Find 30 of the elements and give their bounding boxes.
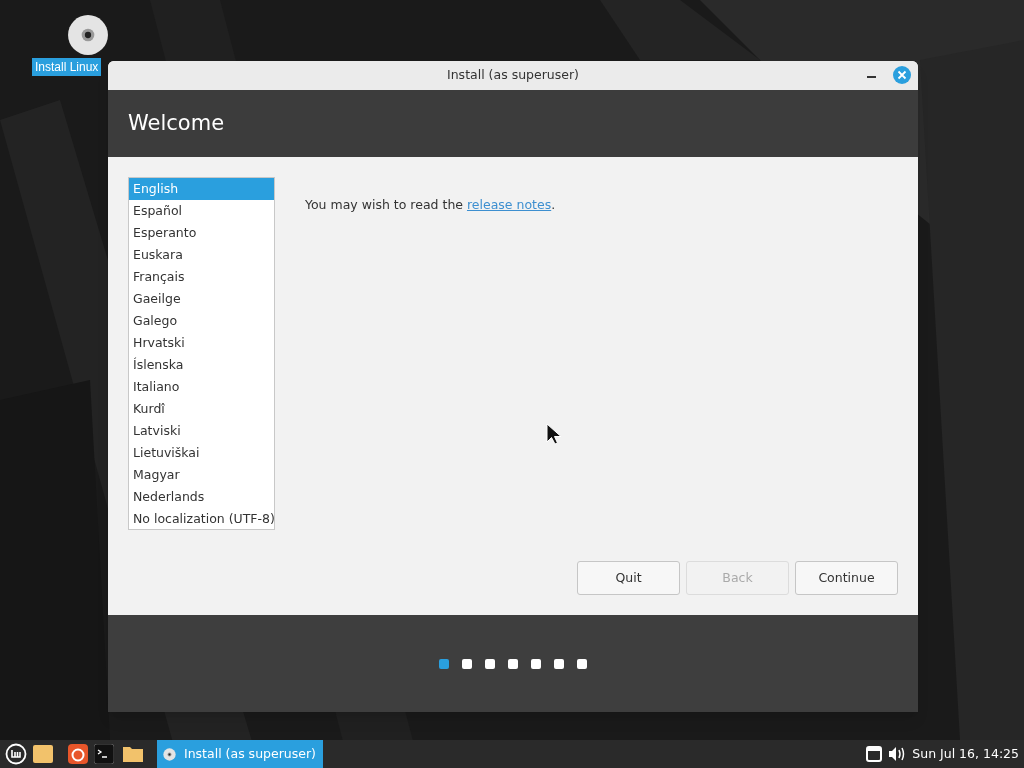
window-title: Install (as superuser)	[447, 66, 579, 85]
language-item[interactable]: Nederlands	[129, 486, 274, 508]
language-item[interactable]: Kurdî	[129, 398, 274, 420]
language-item[interactable]: Euskara	[129, 244, 274, 266]
language-item[interactable]: Magyar	[129, 464, 274, 486]
terminal-icon[interactable]	[94, 744, 114, 764]
cursor-icon	[546, 423, 562, 445]
language-item[interactable]: Lietuviškai	[129, 442, 274, 464]
close-icon[interactable]	[893, 66, 911, 84]
language-item[interactable]: Gaeilge	[129, 288, 274, 310]
language-item[interactable]: Galego	[129, 310, 274, 332]
menu-icon[interactable]	[5, 743, 27, 765]
volume-icon[interactable]	[888, 746, 907, 762]
language-item[interactable]: Íslenska	[129, 354, 274, 376]
language-item[interactable]: Français	[129, 266, 274, 288]
language-item[interactable]: Latviski	[129, 420, 274, 442]
browser-icon[interactable]	[68, 744, 88, 764]
release-notes-message: You may wish to read the release notes.	[305, 196, 556, 212]
language-item[interactable]: Italiano	[129, 376, 274, 398]
dialog-button[interactable]: Quit	[577, 561, 680, 595]
dialog-button[interactable]: Continue	[795, 561, 898, 595]
disc-icon	[67, 14, 109, 56]
language-item[interactable]: Esperanto	[129, 222, 274, 244]
window-icon[interactable]	[866, 746, 883, 762]
page-heading: Welcome	[128, 109, 225, 137]
language-item[interactable]: Español	[129, 200, 274, 222]
language-item[interactable]: Hrvatski	[129, 332, 274, 354]
clock[interactable]: Sun Jul 16, 14:25	[912, 744, 1019, 764]
language-item[interactable]: No localization (UTF-8)	[129, 508, 274, 530]
disc-icon	[163, 747, 176, 761]
